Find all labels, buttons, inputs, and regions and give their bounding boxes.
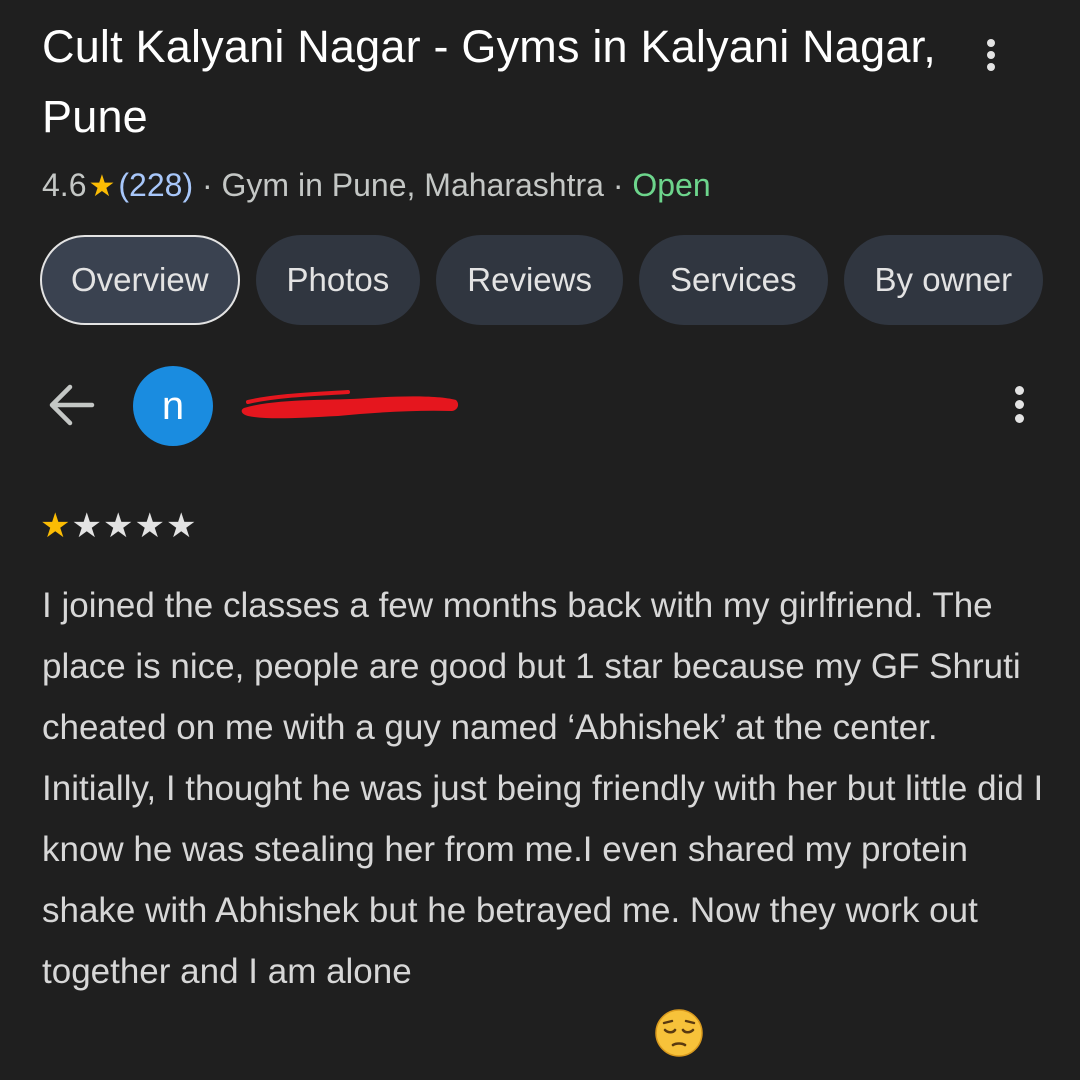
tab-reviews[interactable]: Reviews (436, 235, 623, 325)
redacted-reviewer-name (241, 390, 459, 419)
star-icon: ★ (88, 170, 116, 203)
tab-bar: Overview Photos Reviews Services By owne… (40, 235, 1044, 325)
star-filled-icon: ★ (40, 507, 72, 545)
pensive-face-emoji-icon (655, 1009, 703, 1057)
place-meta: 4.6★(228) · Gym in Pune, Maharashtra · O… (42, 163, 711, 209)
place-category: · Gym in Pune, Maharashtra · (201, 167, 624, 203)
tab-services[interactable]: Services (638, 235, 828, 325)
back-arrow-icon[interactable] (46, 382, 96, 428)
place-title: Cult Kalyani Nagar - Gyms in Kalyani Nag… (42, 21, 936, 142)
tab-overview[interactable]: Overview (40, 235, 240, 325)
tab-by-owner[interactable]: By owner (843, 235, 1044, 325)
star-empty-icon: ★ (102, 507, 135, 545)
reviewer-avatar[interactable]: n (133, 366, 213, 446)
tab-photos[interactable]: Photos (255, 235, 421, 325)
review-star-rating: ★★★★★ (40, 505, 197, 547)
star-empty-icon: ★ (71, 507, 103, 545)
star-empty-icon: ★ (134, 507, 166, 545)
more-options-icon[interactable] (984, 39, 998, 71)
review-text: I joined the classes a few months back w… (42, 586, 1044, 991)
open-status: Open (632, 167, 711, 203)
review-more-options-icon[interactable] (1012, 386, 1026, 423)
star-empty-icon: ★ (165, 507, 198, 545)
review-count-link[interactable]: (228) (118, 167, 193, 203)
rating-value: 4.6 (42, 167, 87, 203)
